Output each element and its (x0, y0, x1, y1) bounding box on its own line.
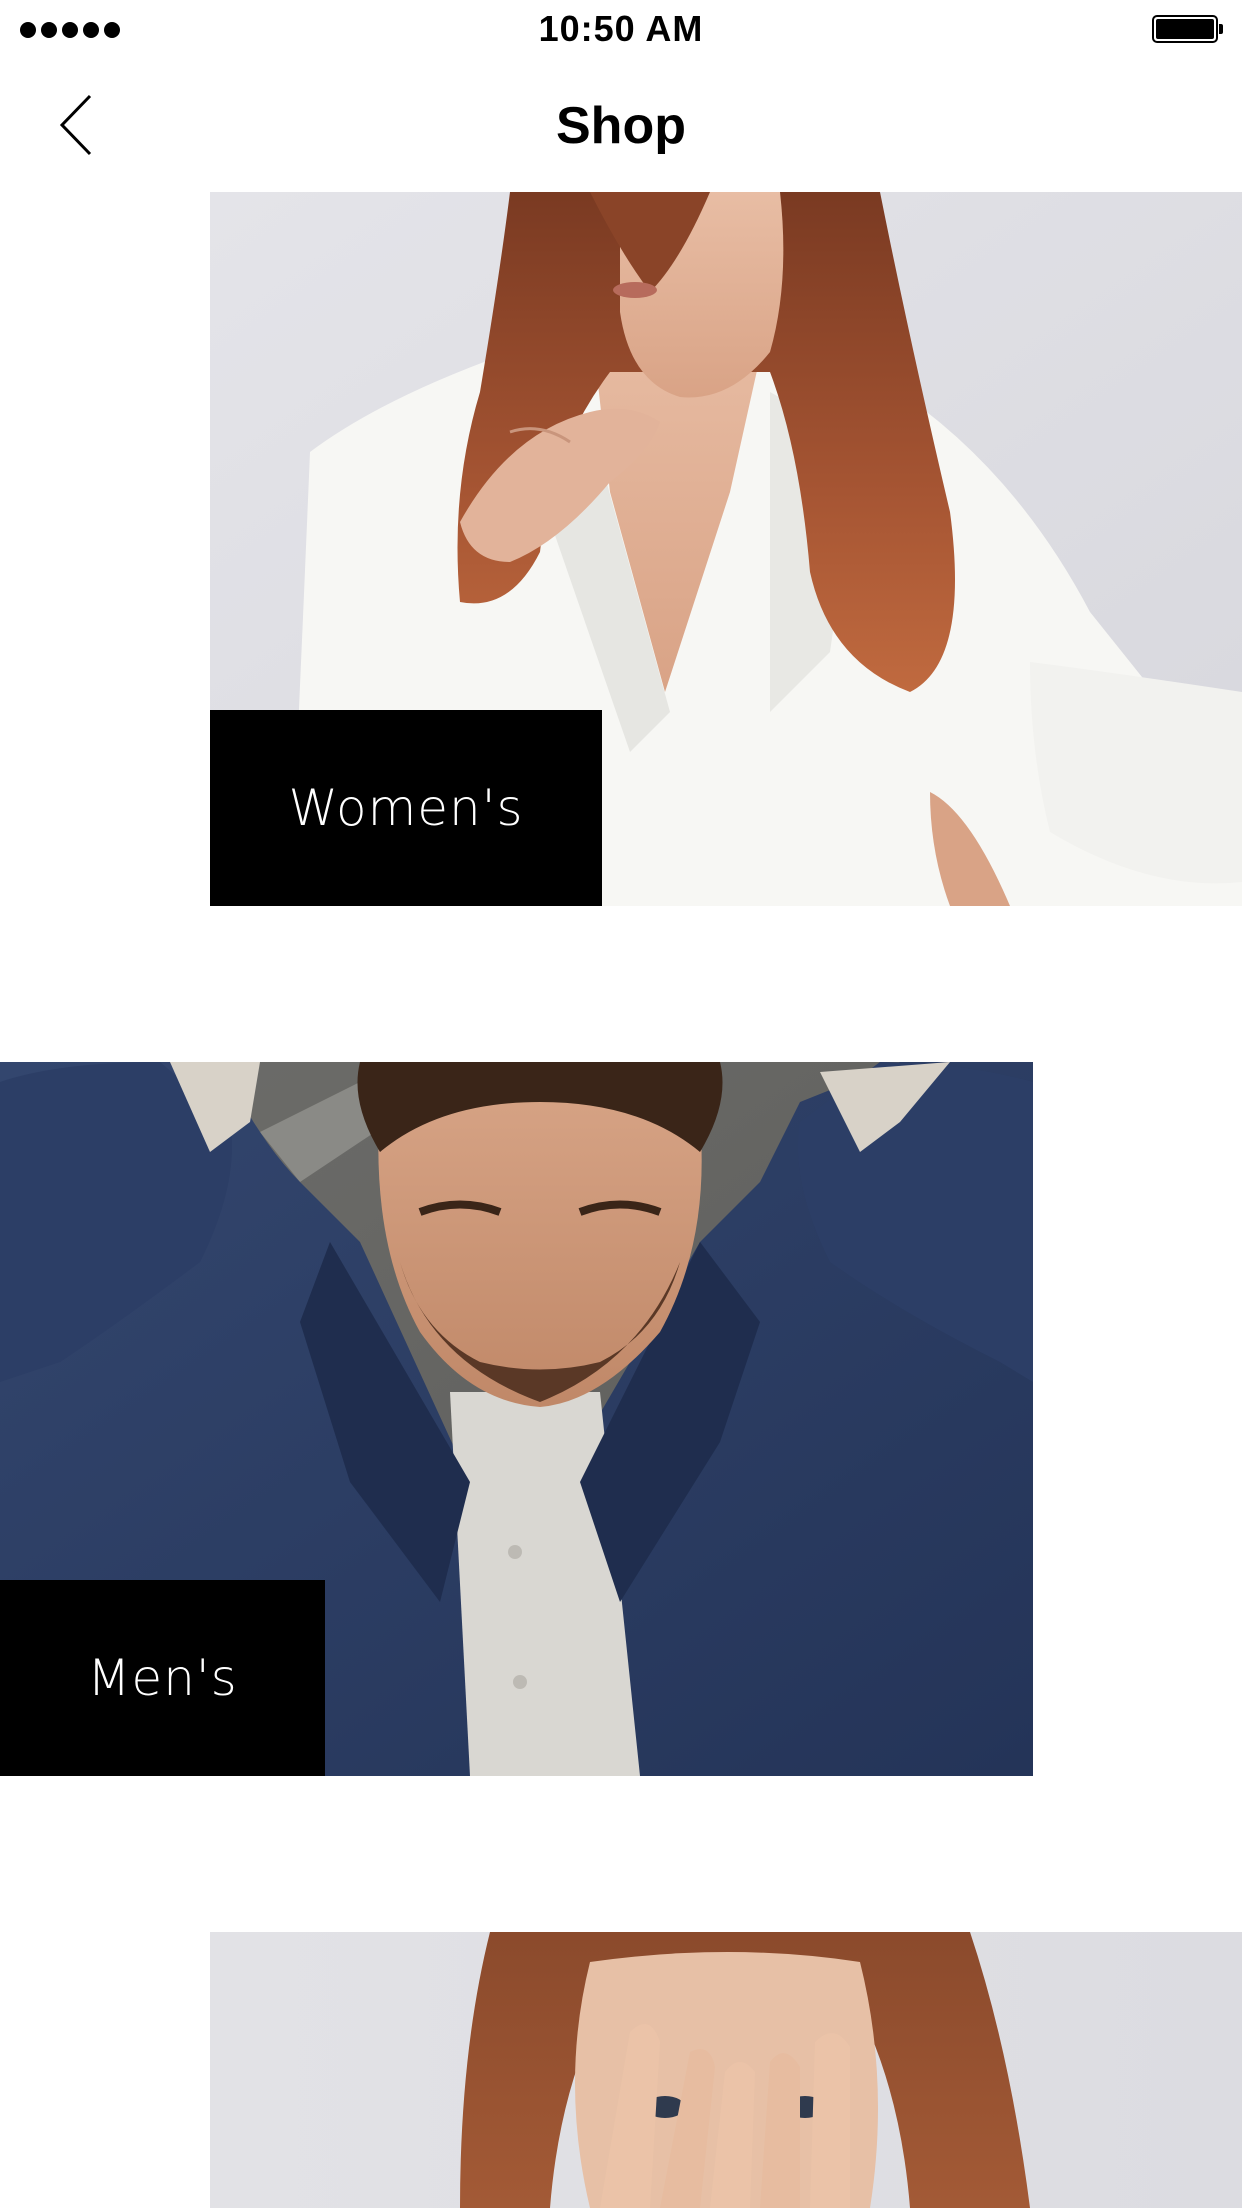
category-label-mens: Men's (0, 1580, 325, 1776)
category-tile-mens[interactable]: Men's (0, 1062, 1033, 1776)
status-time: 10:50 AM (538, 8, 704, 49)
category-tile-womens[interactable]: Women's (210, 192, 1242, 906)
category-tile-3[interactable] (210, 1932, 1242, 2208)
page-title: Shop (556, 97, 686, 155)
woman-hands-over-face-photo (210, 1932, 1242, 2208)
navigation-bar: Shop (0, 60, 1242, 190)
battery-full-icon (1152, 15, 1223, 43)
category-label-womens: Women's (210, 710, 602, 906)
status-bar: 10:50 AM (0, 0, 1242, 60)
